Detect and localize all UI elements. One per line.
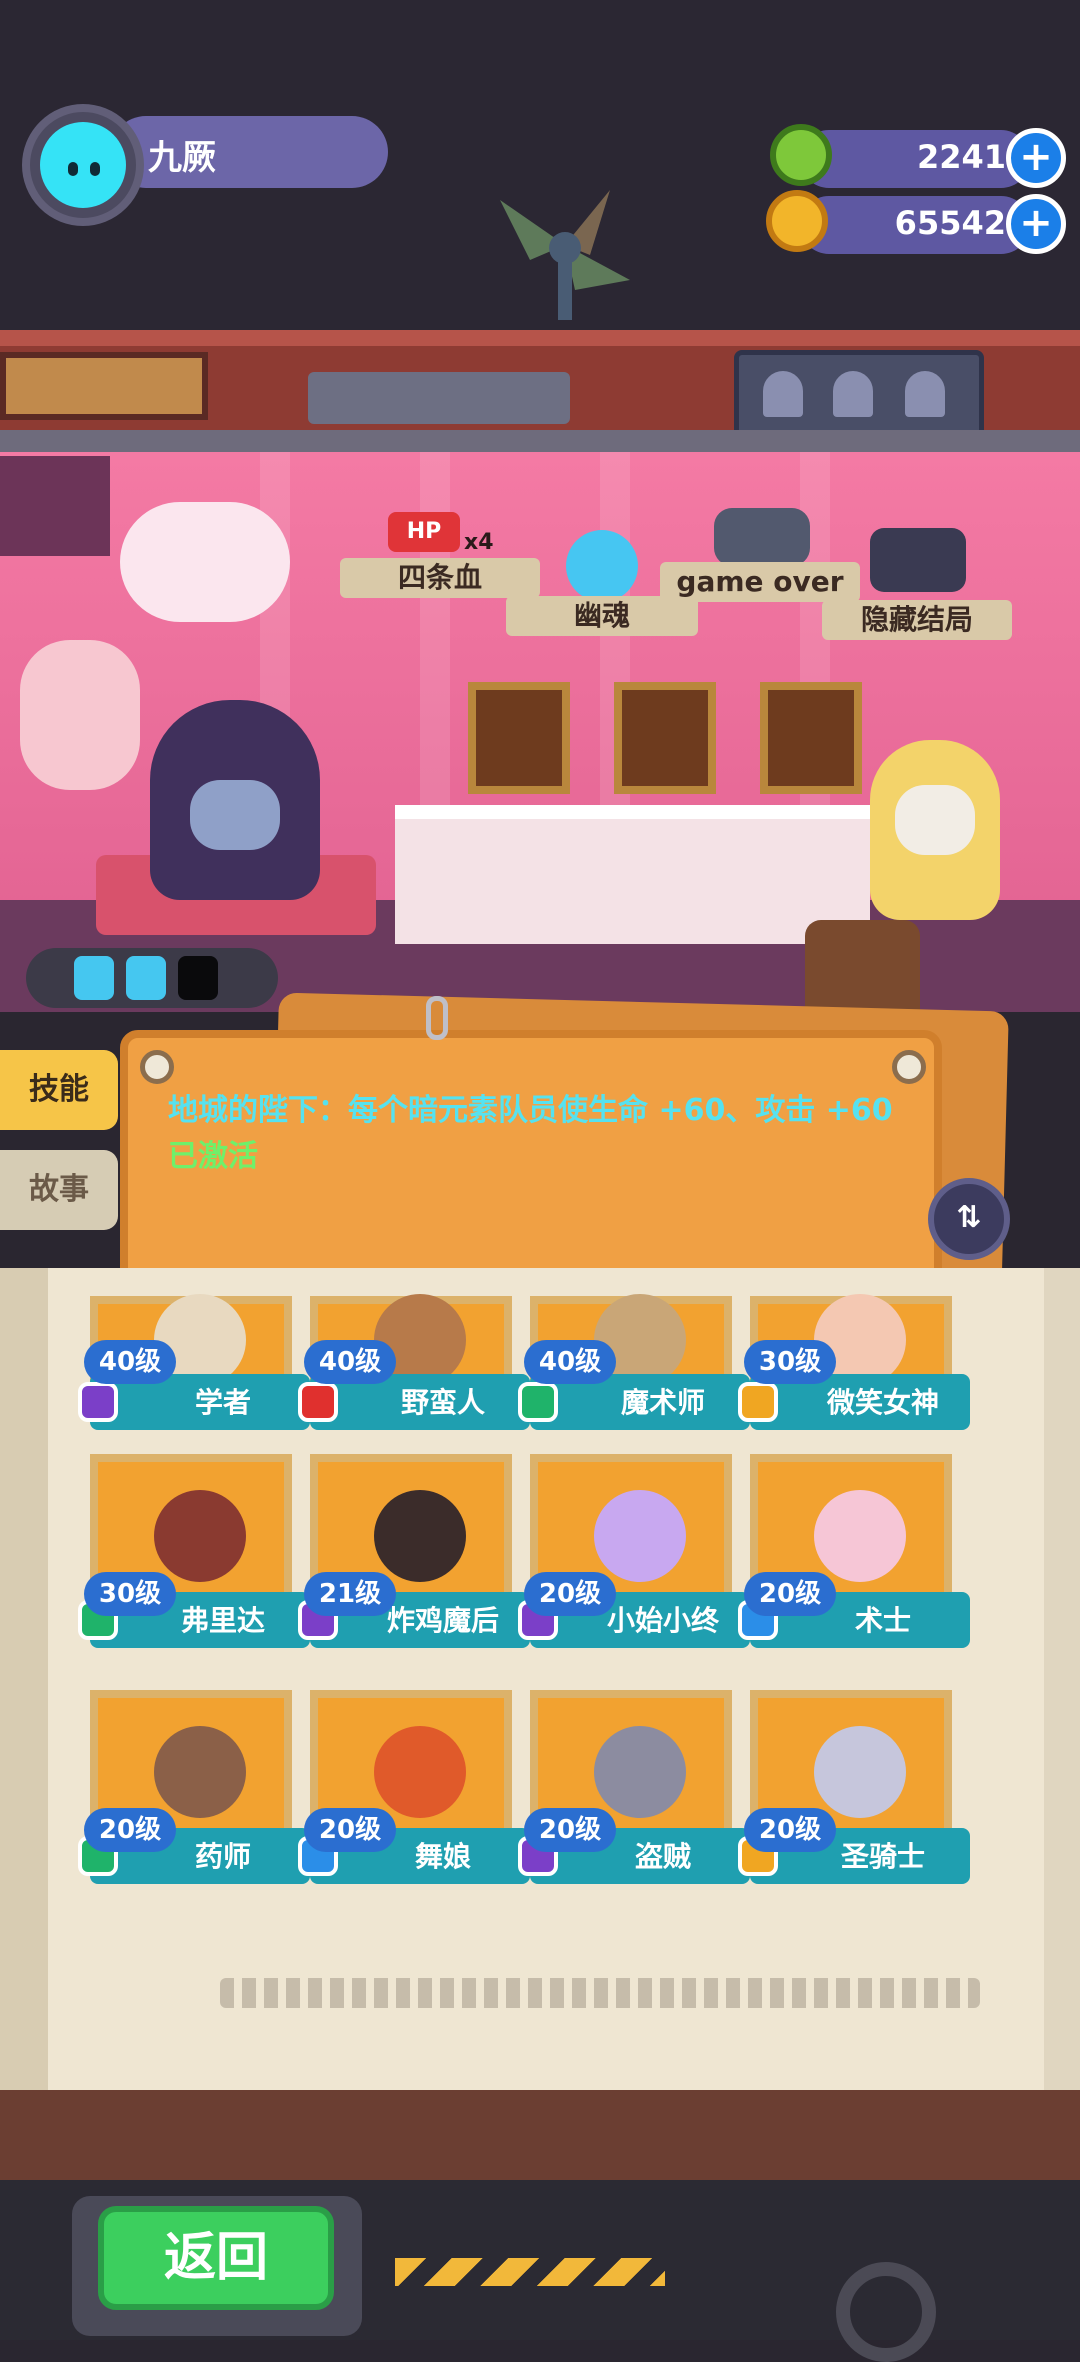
cat-face-avatar-icon[interactable] [22, 104, 144, 226]
planet-gold-icon [766, 190, 828, 252]
character-card[interactable]: 20级 圣骑士 [738, 1690, 970, 1900]
ghost-box-decoration [734, 350, 984, 438]
element-badge-icon [78, 1382, 118, 1422]
character-face [594, 1726, 686, 1818]
gravestone-icon [714, 508, 810, 566]
character-card[interactable]: 20级 舞娘 [298, 1690, 530, 1900]
character-card[interactable]: 21级 炸鸡魔后 [298, 1454, 530, 1664]
achievement-banner-game-over[interactable]: game over [660, 562, 860, 602]
character-name: 炸鸡魔后 [386, 1604, 499, 1637]
character-card[interactable]: 30级 弗里达 [78, 1454, 310, 1664]
hp-badge-icon: HP [388, 512, 460, 552]
character-level: 40级 [84, 1340, 176, 1384]
dark-queen-face [190, 780, 280, 850]
fan-icon [500, 190, 630, 320]
character-face [814, 1490, 906, 1582]
portrait-frame [760, 682, 862, 794]
tab-story[interactable]: 故事 [0, 1150, 118, 1230]
energy-charge-icon [74, 956, 114, 1000]
ghost-icon [763, 371, 803, 417]
character-name: 盗贼 [634, 1840, 691, 1873]
gold-count: 65542 [894, 204, 1006, 242]
achievement-banner-ghost[interactable]: 幽魂 [506, 596, 698, 636]
skill-description: 地城的陛下：每个暗元素队员使生命 +60、攻击 +60 已激活 [168, 1088, 928, 1180]
tab-skills[interactable]: 技能 [0, 1050, 118, 1130]
energy-empty-slot [178, 956, 218, 1000]
element-badge-icon [298, 1382, 338, 1422]
character-name: 微笑女神 [826, 1386, 939, 1419]
character-level: 30级 [744, 1340, 836, 1384]
character-face [374, 1726, 466, 1818]
shelf-top [0, 330, 1080, 346]
achievement-banner-four-lives[interactable]: 四条血 [340, 558, 540, 598]
porthole-decoration [836, 2262, 936, 2362]
character-name: 术士 [854, 1604, 911, 1637]
book-cover-bottom [0, 2090, 1080, 2180]
pom-pom-lamp [120, 502, 290, 622]
character-name: 魔术师 [620, 1386, 705, 1419]
vent-decoration [0, 352, 208, 420]
energy-charge-icon [126, 956, 166, 1000]
shelf-rail [0, 430, 1080, 452]
character-card[interactable]: 20级 术士 [738, 1454, 970, 1664]
character-name: 药师 [194, 1840, 251, 1873]
element-badge-icon [738, 1382, 778, 1422]
achievement-banner-hidden-ending[interactable]: 隐藏结局 [822, 600, 1012, 640]
green-coin-icon [770, 124, 832, 186]
character-level: 40级 [304, 1340, 396, 1384]
character-face [814, 1726, 906, 1818]
back-button[interactable]: 返回 [98, 2206, 334, 2310]
hp-count: x4 [464, 530, 494, 555]
ghost-icon [905, 371, 945, 417]
character-face [374, 1490, 466, 1582]
flower-vase [20, 640, 140, 790]
swap-arrows-icon[interactable]: ⇅ [928, 1178, 1010, 1260]
character-name: 学者 [194, 1386, 251, 1419]
add-coins-button[interactable]: + [1006, 128, 1066, 188]
character-name: 野蛮人 [400, 1386, 485, 1419]
hazard-stripe [395, 2258, 665, 2286]
desk [395, 805, 870, 944]
paperclip-icon [426, 996, 448, 1040]
character-card[interactable]: 20级 小始小终 [518, 1454, 750, 1664]
skill-effect-text: 地城的陛下：每个暗元素队员使生命 +60、攻击 +60 [168, 1093, 893, 1128]
character-name: 圣骑士 [840, 1840, 925, 1873]
character-face [154, 1490, 246, 1582]
character-face [154, 1726, 246, 1818]
element-badge-icon [518, 1382, 558, 1422]
pin-icon [892, 1050, 926, 1084]
character-name: 舞娘 [414, 1840, 471, 1873]
add-gold-button[interactable]: + [1006, 194, 1066, 254]
window-frame [0, 456, 110, 556]
character-card[interactable]: 20级 盗贼 [518, 1690, 750, 1900]
skill-status: 已激活 [168, 1139, 258, 1174]
skull-face [895, 785, 975, 855]
character-name: 小始小终 [606, 1604, 719, 1637]
ghost-icon [833, 371, 873, 417]
character-face [594, 1490, 686, 1582]
portrait-frame [468, 682, 570, 794]
coin-count: 2241 [916, 138, 1006, 176]
radio-decoration [308, 372, 570, 424]
book-spine-shade [0, 1268, 48, 2148]
character-name: 弗里达 [180, 1604, 265, 1637]
portrait-frame [614, 682, 716, 794]
pin-icon [140, 1050, 174, 1084]
player-name: 九厥 [148, 138, 216, 178]
character-card[interactable]: 20级 药师 [78, 1690, 310, 1900]
ghost-skull-icon [566, 530, 638, 602]
blurred-text-line [220, 1978, 980, 2008]
book-page-edge [1044, 1268, 1080, 2148]
tv-icon [870, 528, 966, 592]
character-level: 40级 [524, 1340, 616, 1384]
